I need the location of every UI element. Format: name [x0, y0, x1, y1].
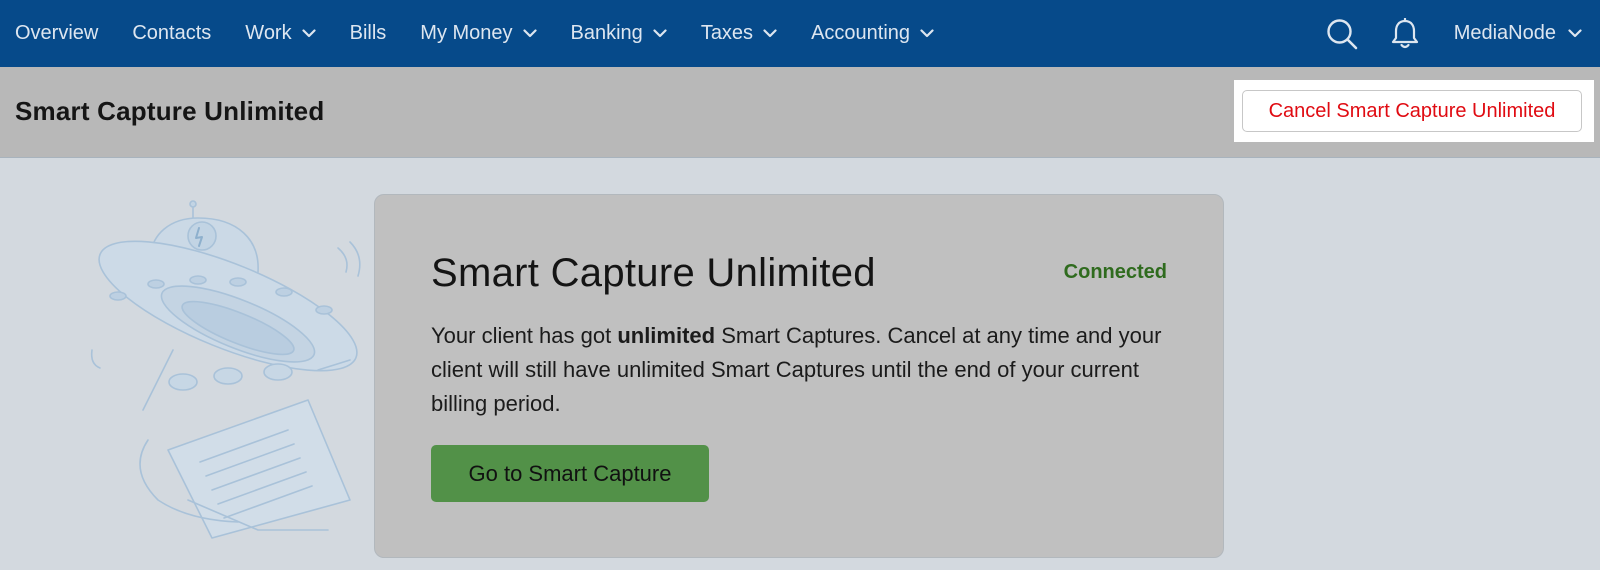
- nav-item-overview[interactable]: Overview: [15, 22, 98, 45]
- status-badge: Connected: [1063, 261, 1167, 283]
- chevron-down-icon: [302, 29, 316, 38]
- search-icon[interactable]: [1326, 18, 1358, 50]
- top-navigation: Overview Contacts Work Bills My Money Banking…: [0, 0, 1600, 67]
- nav-item-label: Accounting: [811, 22, 911, 44]
- nav-item-label: Overview: [15, 22, 99, 44]
- nav-item-label: Taxes: [700, 22, 754, 44]
- chevron-down-icon: [653, 29, 667, 38]
- nav-item-banking[interactable]: Banking: [571, 22, 667, 45]
- chevron-down-icon: [920, 29, 934, 38]
- chevron-down-icon: [522, 29, 537, 38]
- nav-item-label: Contacts: [132, 22, 212, 44]
- page-title: Smart Capture Unlimited: [15, 96, 325, 126]
- account-name: MediaNode: [1453, 22, 1556, 44]
- nav-item-work[interactable]: Work: [245, 22, 316, 45]
- chevron-down-icon: [1568, 29, 1582, 38]
- nav-item-label: Work: [245, 22, 292, 44]
- bell-icon[interactable]: [1390, 17, 1420, 50]
- smart-capture-card: Smart Capture Unlimited Connected Your c…: [374, 194, 1224, 558]
- nav-item-label: My Money: [420, 22, 513, 44]
- ufo-receipt-illustration: [90, 200, 361, 539]
- nav-item-my-money[interactable]: My Money: [420, 22, 537, 45]
- nav-item-label: Banking: [570, 22, 643, 44]
- nav-item-accounting[interactable]: Accounting: [811, 22, 934, 45]
- account-menu[interactable]: MediaNode: [1454, 22, 1582, 45]
- nav-menu: Overview Contacts Work Bills My Money Banking…: [0, 0, 968, 67]
- go-to-smart-capture-button[interactable]: Go to Smart Capture: [431, 445, 709, 502]
- desc-text-start: Your client has got: [431, 323, 618, 348]
- card-title: Smart Capture Unlimited: [431, 251, 876, 295]
- nav-actions: MediaNode: [1326, 0, 1600, 67]
- cancel-smart-capture-button[interactable]: Cancel Smart Capture Unlimited: [1242, 90, 1582, 132]
- nav-item-taxes[interactable]: Taxes: [701, 22, 777, 45]
- nav-item-contacts[interactable]: Contacts: [132, 22, 211, 45]
- nav-item-label: Bills: [349, 22, 387, 44]
- card-description: Your client has got unlimited Smart Capt…: [431, 319, 1171, 421]
- nav-item-bills[interactable]: Bills: [350, 22, 387, 45]
- desc-text-bold: unlimited: [617, 323, 716, 348]
- chevron-down-icon: [763, 29, 777, 38]
